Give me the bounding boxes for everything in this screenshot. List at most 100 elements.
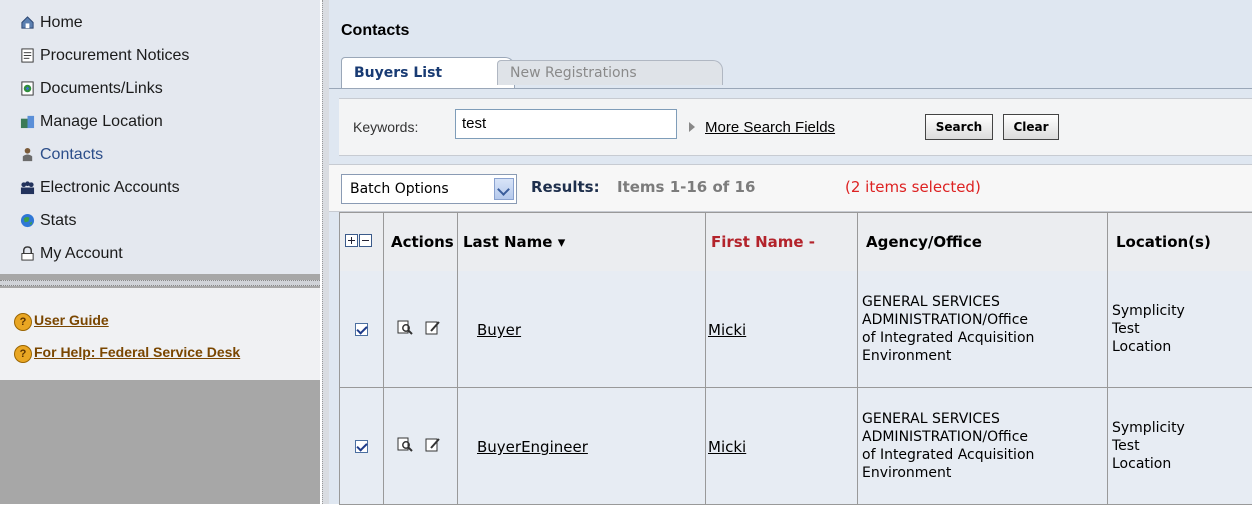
left-navigation: Home Procurement Notices Documents/Links… bbox=[0, 0, 320, 504]
nav-label: Documents/Links bbox=[40, 80, 163, 97]
tab-new-registrations[interactable]: New Registrations bbox=[497, 60, 723, 85]
expand-collapse-control[interactable] bbox=[345, 234, 373, 252]
nav-item-home[interactable]: Home bbox=[21, 12, 83, 34]
tab-buyers-list[interactable]: Buyers List bbox=[341, 57, 515, 88]
agency-line: GENERAL SERVICES bbox=[862, 294, 1000, 310]
help-icon: ? bbox=[14, 345, 32, 363]
agency-cell: GENERAL SERVICES ADMINISTRATION/Office o… bbox=[862, 410, 1034, 482]
results-bar: Batch Options Results: Items 1-16 of 16 … bbox=[329, 164, 1252, 212]
selected-count: (2 items selected) bbox=[845, 178, 981, 196]
nav-item-procurement-notices[interactable]: Procurement Notices bbox=[21, 45, 190, 67]
location-line: Test bbox=[1112, 438, 1140, 454]
nav-label: Electronic Accounts bbox=[40, 179, 180, 196]
column-divider bbox=[705, 212, 706, 504]
page-title: Contacts bbox=[341, 22, 410, 39]
contacts-icon bbox=[22, 147, 33, 162]
keywords-label: Keywords: bbox=[353, 119, 419, 135]
header-last-name[interactable]: Last Name ▾ bbox=[463, 213, 565, 271]
tab-baseline bbox=[329, 88, 1252, 89]
search-button[interactable]: Search bbox=[925, 114, 993, 140]
batch-options-select[interactable]: Batch Options bbox=[341, 174, 517, 204]
table-row: Buyer Micki GENERAL SERVICES ADMINISTRAT… bbox=[339, 271, 1252, 388]
keywords-input[interactable]: test bbox=[455, 109, 677, 139]
accounts-icon bbox=[20, 181, 35, 195]
home-icon bbox=[21, 16, 34, 29]
location-line: Symplicity bbox=[1112, 420, 1185, 436]
nav-item-electronic-accounts[interactable]: Electronic Accounts bbox=[20, 177, 180, 199]
more-search-fields-link[interactable]: More Search Fields bbox=[689, 119, 836, 136]
location-cell: Symplicity Test Location bbox=[1112, 302, 1185, 356]
edit-icon[interactable] bbox=[425, 437, 441, 453]
agency-line: of Integrated Acquisition bbox=[862, 447, 1035, 463]
stats-icon bbox=[20, 213, 35, 228]
location-icon bbox=[20, 115, 35, 129]
table-header: Actions Last Name ▾ First Name - Agency/… bbox=[339, 212, 1252, 272]
agency-line: Environment bbox=[862, 465, 952, 481]
main-content: Contacts Buyers List New Registrations K… bbox=[329, 0, 1252, 505]
first-name-link[interactable]: Micki bbox=[708, 321, 746, 339]
agency-cell: GENERAL SERVICES ADMINISTRATION/Office o… bbox=[862, 293, 1034, 365]
agency-line: of Integrated Acquisition bbox=[862, 330, 1035, 346]
column-divider bbox=[1107, 212, 1108, 504]
nav-label: Stats bbox=[40, 212, 77, 229]
expand-collapse-icon[interactable] bbox=[345, 234, 373, 248]
location-line: Location bbox=[1112, 456, 1172, 472]
chevron-down-icon[interactable] bbox=[494, 178, 514, 200]
nav-item-my-account[interactable]: My Account bbox=[21, 243, 123, 265]
last-name-link[interactable]: Buyer bbox=[477, 321, 521, 339]
nav-separator bbox=[0, 280, 320, 286]
location-line: Location bbox=[1112, 339, 1172, 355]
nav-item-documents-links[interactable]: Documents/Links bbox=[21, 78, 163, 100]
column-divider bbox=[339, 212, 340, 504]
nav-label: Contacts bbox=[40, 146, 104, 163]
last-name-link[interactable]: BuyerEngineer bbox=[477, 438, 588, 456]
header-locations[interactable]: Location(s) bbox=[1116, 213, 1211, 271]
agency-line: ADMINISTRATION/Office bbox=[862, 429, 1029, 445]
help-icon: ? bbox=[14, 313, 32, 331]
row-checkbox[interactable] bbox=[355, 323, 368, 336]
edit-icon[interactable] bbox=[425, 320, 441, 336]
nav-item-contacts[interactable]: Contacts bbox=[22, 144, 104, 166]
nav-label: Home bbox=[40, 14, 83, 31]
help-label: User Guide bbox=[34, 312, 109, 328]
column-divider bbox=[383, 212, 384, 504]
help-label: For Help: Federal Service Desk bbox=[34, 344, 241, 360]
keywords-value: test bbox=[462, 115, 487, 132]
nav-label: My Account bbox=[40, 245, 123, 262]
search-bar: Keywords: test More Search Fields Search… bbox=[339, 98, 1252, 156]
clear-button[interactable]: Clear bbox=[1003, 114, 1059, 140]
view-icon[interactable] bbox=[397, 437, 413, 453]
nav-item-manage-location[interactable]: Manage Location bbox=[20, 111, 163, 133]
row-checkbox[interactable] bbox=[355, 440, 368, 453]
federal-service-desk-link[interactable]: ? For Help: Federal Service Desk bbox=[14, 344, 241, 363]
results-range: Items 1-16 of 16 bbox=[617, 178, 756, 196]
results-label: Results: bbox=[531, 178, 600, 196]
nav-panel: Home Procurement Notices Documents/Links… bbox=[0, 0, 320, 274]
location-line: Test bbox=[1112, 321, 1140, 337]
batch-options-label: Batch Options bbox=[350, 181, 449, 197]
agency-line: GENERAL SERVICES bbox=[862, 411, 1000, 427]
panel-divider bbox=[322, 0, 329, 504]
expand-arrow-icon bbox=[689, 122, 695, 132]
first-name-link[interactable]: Micki bbox=[708, 438, 746, 456]
header-first-name[interactable]: First Name - bbox=[711, 213, 815, 271]
location-cell: Symplicity Test Location bbox=[1112, 419, 1185, 473]
documents-icon bbox=[21, 81, 34, 96]
agency-line: Environment bbox=[862, 348, 952, 364]
agency-line: ADMINISTRATION/Office bbox=[862, 312, 1029, 328]
nav-item-stats[interactable]: Stats bbox=[20, 210, 77, 232]
account-icon bbox=[21, 246, 34, 261]
table-row: BuyerEngineer Micki GENERAL SERVICES ADM… bbox=[339, 388, 1252, 505]
column-divider bbox=[457, 212, 458, 504]
view-icon[interactable] bbox=[397, 320, 413, 336]
nav-label: Procurement Notices bbox=[40, 47, 190, 64]
header-agency-office[interactable]: Agency/Office bbox=[866, 213, 982, 271]
nav-label: Manage Location bbox=[40, 113, 163, 130]
more-fields-label: More Search Fields bbox=[705, 119, 836, 136]
location-line: Symplicity bbox=[1112, 303, 1185, 319]
help-panel: ? User Guide ? For Help: Federal Service… bbox=[0, 288, 320, 380]
notices-icon bbox=[21, 48, 34, 63]
user-guide-link[interactable]: ? User Guide bbox=[14, 312, 109, 331]
header-actions: Actions bbox=[391, 233, 454, 251]
column-divider bbox=[857, 212, 858, 504]
